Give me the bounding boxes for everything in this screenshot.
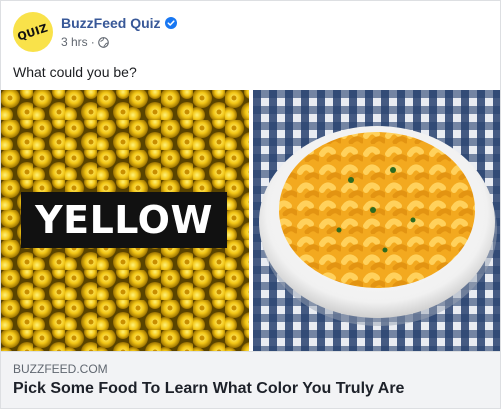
globe-icon[interactable] — [97, 36, 109, 48]
post-timestamp-link[interactable]: 3 hrs — [61, 34, 88, 50]
post-media[interactable]: YELLOW — [1, 90, 500, 351]
yellow-text-label: YELLOW — [21, 192, 227, 248]
mac-and-cheese-image[interactable] — [253, 90, 500, 351]
post-caption: What could you be? — [13, 64, 137, 80]
page-name-link[interactable]: BuzzFeed Quiz — [61, 14, 161, 32]
link-preview[interactable]: BUZZFEED.COM Pick Some Food To Learn Wha… — [1, 351, 500, 408]
mac-and-cheese-illustration — [253, 90, 500, 351]
separator-dot: · — [90, 35, 95, 49]
time-row: 3 hrs · — [61, 34, 177, 50]
link-title[interactable]: Pick Some Food To Learn What Color You T… — [13, 379, 404, 399]
verified-badge-icon — [164, 17, 177, 29]
link-domain: BUZZFEED.COM — [13, 362, 108, 376]
post-header: QUIZ BuzzFeed Quiz 3 hrs · — [13, 11, 177, 53]
name-row: BuzzFeed Quiz — [61, 14, 177, 32]
avatar-logo-text: QUIZ — [16, 21, 50, 43]
post-meta: BuzzFeed Quiz 3 hrs · — [61, 14, 177, 50]
page-avatar[interactable]: QUIZ — [13, 12, 53, 52]
yellow-flowers-image[interactable]: YELLOW — [1, 90, 249, 351]
feed-post: QUIZ BuzzFeed Quiz 3 hrs · What could yo… — [0, 0, 501, 409]
